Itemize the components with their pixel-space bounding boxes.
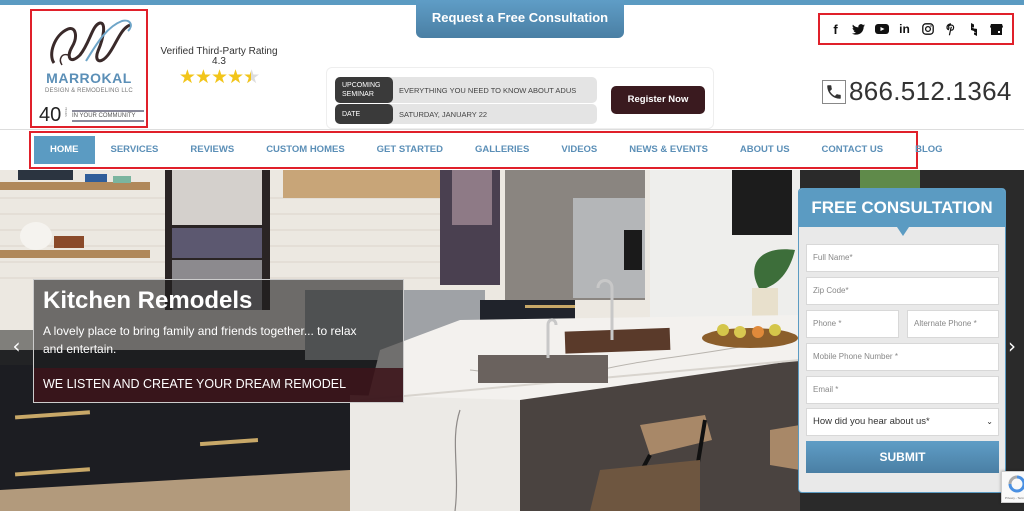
nav-item-services[interactable]: SERVICES bbox=[95, 136, 175, 164]
phone-field[interactable]: Phone * bbox=[806, 310, 899, 338]
seminar-date: SATURDAY, JANUARY 22 bbox=[399, 109, 488, 119]
hero-tagline-band: WE LISTEN AND CREATE YOUR DREAM REMODEL bbox=[34, 368, 403, 402]
half-star-icon: ★ bbox=[243, 68, 260, 87]
full-name-field[interactable]: Full Name* bbox=[806, 244, 999, 272]
form-title-pointer bbox=[897, 227, 909, 236]
slider-next-button[interactable]: › bbox=[1008, 330, 1024, 365]
nav-item-blog[interactable]: BLOG bbox=[899, 136, 958, 164]
twitter-icon[interactable] bbox=[851, 21, 867, 37]
phone-icon bbox=[822, 79, 846, 104]
third-party-rating[interactable]: Verified Third-Party Rating 4.3 ★★★★★ bbox=[160, 46, 278, 87]
star-icon: ★ bbox=[194, 67, 212, 88]
seminar-box: UPCOMING SEMINAR EVERYTHING YOU NEED TO … bbox=[326, 67, 714, 129]
facebook-icon[interactable]: f bbox=[828, 21, 844, 37]
chevron-down-icon: ⌄ bbox=[986, 417, 993, 426]
rating-value: 4.3 bbox=[212, 56, 226, 67]
register-now-button[interactable]: Register Now bbox=[611, 86, 705, 114]
pinterest-icon[interactable] bbox=[943, 21, 959, 37]
email-field[interactable]: Email * bbox=[806, 376, 999, 404]
star-icon: ★ bbox=[210, 67, 228, 88]
logo-tagline: DESIGN & REMODELING LLC bbox=[45, 88, 133, 94]
nav-item-galleries[interactable]: GALLERIES bbox=[459, 136, 545, 164]
google-business-icon[interactable] bbox=[989, 21, 1005, 37]
social-links: f in bbox=[818, 13, 1014, 45]
nav-item-get-started[interactable]: GET STARTED bbox=[361, 136, 459, 164]
logo-brand: MARROKAL bbox=[46, 70, 132, 86]
hero-caption: Kitchen Remodels A lovely place to bring… bbox=[33, 279, 404, 403]
main-nav: HOME SERVICES REVIEWS CUSTOM HOMES GET S… bbox=[29, 131, 943, 169]
seminar-date-label: DATE bbox=[335, 104, 393, 124]
request-consultation-button[interactable]: Request a Free Consultation bbox=[416, 0, 624, 38]
nav-item-about-us[interactable]: ABOUT US bbox=[724, 136, 806, 164]
logo-years-word: YEARS bbox=[64, 107, 68, 117]
hero-title: Kitchen Remodels bbox=[43, 287, 253, 314]
recaptcha-icon bbox=[1008, 475, 1024, 493]
rating-stars: ★★★★★ bbox=[160, 68, 278, 87]
zip-code-field[interactable]: Zip Code* bbox=[806, 277, 999, 305]
nav-item-videos[interactable]: VIDEOS bbox=[545, 136, 613, 164]
instagram-icon[interactable] bbox=[920, 21, 936, 37]
phone-number-link[interactable]: 866.512.1364 bbox=[822, 76, 1012, 107]
seminar-label: UPCOMING SEMINAR bbox=[335, 77, 393, 103]
nav-item-contact-us[interactable]: CONTACT US bbox=[806, 136, 900, 164]
monogram-logo-icon bbox=[50, 19, 132, 66]
logo-years-number: 40 bbox=[39, 104, 62, 126]
page: MARROKAL DESIGN & REMODELING LLC 40 YEAR… bbox=[0, 0, 1024, 511]
referral-source-select[interactable]: How did you hear about us* ⌄ bbox=[806, 408, 999, 436]
star-icon: ★ bbox=[227, 67, 244, 88]
seminar-date-row: DATE SATURDAY, JANUARY 22 bbox=[335, 104, 597, 124]
linkedin-icon[interactable]: in bbox=[897, 21, 913, 37]
main-nav-bar: HOME SERVICES REVIEWS CUSTOM HOMES GET S… bbox=[0, 129, 1024, 170]
site-logo[interactable]: MARROKAL DESIGN & REMODELING LLC 40 YEAR… bbox=[30, 9, 148, 128]
houzz-icon[interactable] bbox=[966, 21, 982, 37]
nav-item-home[interactable]: HOME bbox=[34, 136, 95, 164]
nav-item-custom-homes[interactable]: CUSTOM HOMES bbox=[250, 136, 360, 164]
hero-tagline: WE LISTEN AND CREATE YOUR DREAM REMODEL bbox=[43, 377, 347, 391]
phone-number: 866.512.1364 bbox=[849, 76, 1012, 106]
star-icon: ★ bbox=[178, 67, 196, 88]
recaptcha-badge[interactable]: Privacy - Terms bbox=[1001, 471, 1024, 503]
nav-item-reviews[interactable]: REVIEWS bbox=[174, 136, 250, 164]
logo-community: IN YOUR COMMUNITY bbox=[72, 110, 144, 122]
youtube-icon[interactable] bbox=[874, 21, 890, 37]
nav-item-news-events[interactable]: NEWS & EVENTS bbox=[613, 136, 724, 164]
seminar-title: EVERYTHING YOU NEED TO KNOW ABOUT ADUS bbox=[399, 85, 577, 95]
alternate-phone-field[interactable]: Alternate Phone * bbox=[907, 310, 999, 338]
hero-description: A lovely place to bring family and frien… bbox=[43, 324, 357, 356]
submit-button[interactable]: SUBMIT bbox=[806, 441, 999, 473]
recaptcha-label: Privacy - Terms bbox=[1005, 496, 1024, 500]
consultation-form: FREE CONSULTATION Full Name* Zip Code* P… bbox=[798, 188, 1006, 493]
seminar-row: UPCOMING SEMINAR EVERYTHING YOU NEED TO … bbox=[335, 77, 597, 103]
referral-source-value: How did you hear about us* bbox=[813, 416, 930, 427]
mobile-phone-field[interactable]: Mobile Phone Number * bbox=[806, 343, 999, 371]
form-title: FREE CONSULTATION bbox=[799, 189, 1005, 227]
slider-prev-button[interactable]: ‹ bbox=[0, 330, 33, 365]
